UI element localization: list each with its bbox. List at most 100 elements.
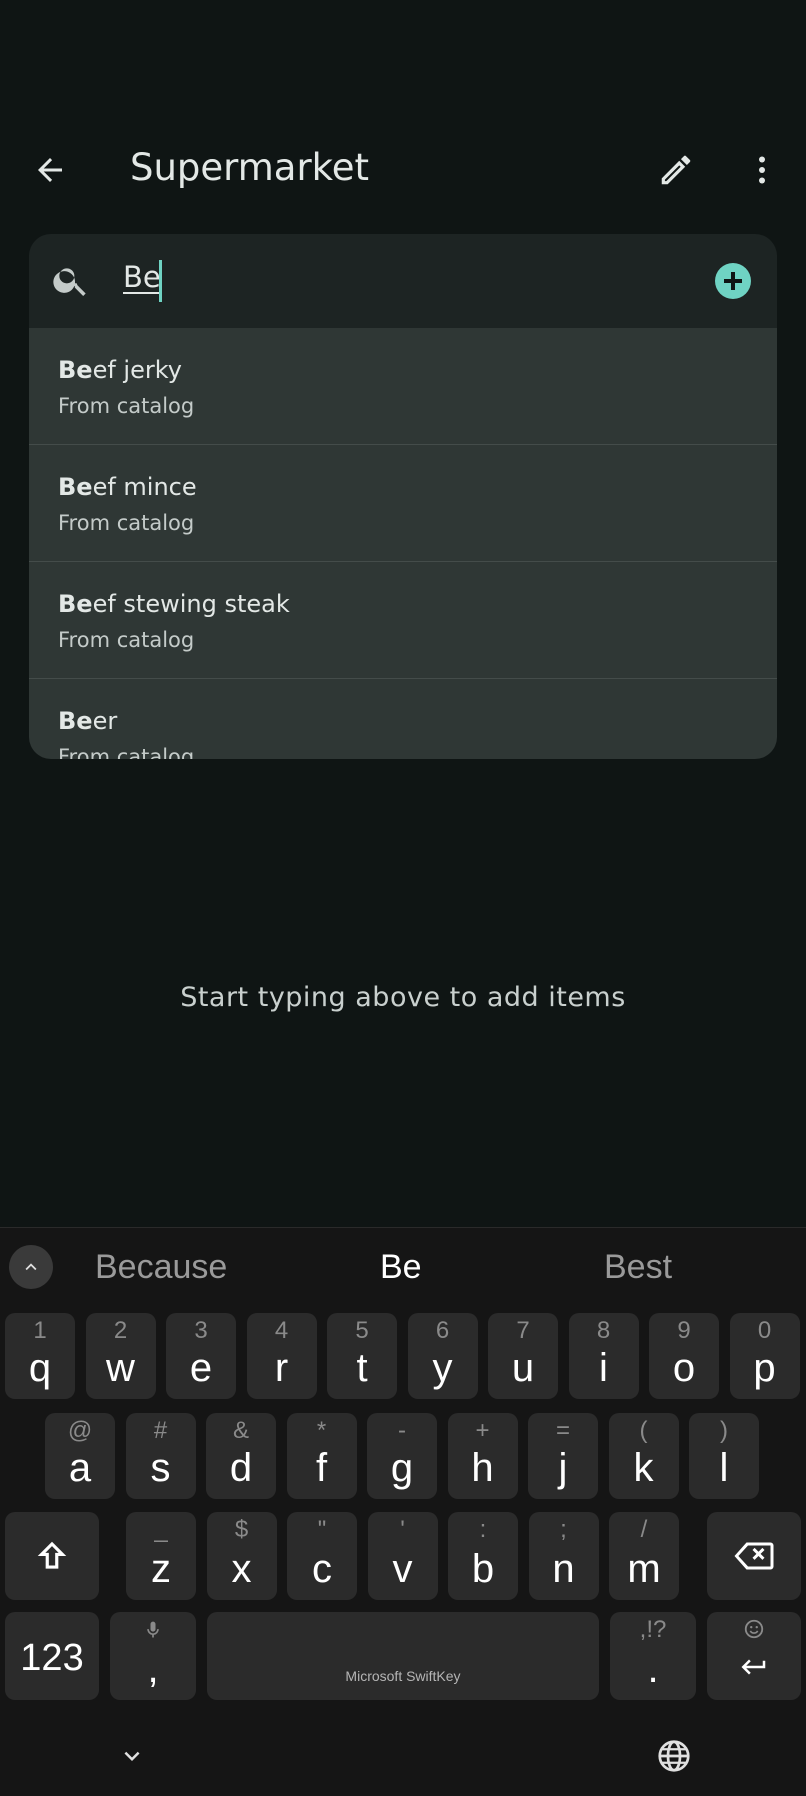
item-source: From catalog: [58, 394, 195, 418]
prediction-right[interactable]: Best: [604, 1248, 672, 1287]
key-hint: 7: [516, 1317, 530, 1344]
key-hint: *: [316, 1417, 327, 1444]
key-hint: 0: [757, 1317, 772, 1344]
space-bar[interactable]: Microsoft SwiftKey: [207, 1612, 599, 1700]
suggestion-dropdown: Beef jerky From catalog Beef mince From …: [29, 328, 777, 759]
key-label: m: [627, 1547, 661, 1591]
more-vert-icon: [759, 156, 765, 184]
key-label: r: [274, 1346, 289, 1390]
back-button[interactable]: [22, 142, 78, 198]
key-w[interactable]: 2w: [85, 1313, 156, 1399]
key-label: e: [189, 1346, 213, 1390]
comma-key-label: ,: [147, 1647, 159, 1691]
chevron-down-icon: [124, 1751, 140, 1761]
suggestion-item[interactable]: Beef jerky From catalog: [29, 328, 777, 445]
key-r[interactable]: 4r: [246, 1313, 317, 1399]
key-n[interactable]: ; n: [528, 1512, 599, 1600]
key-label: d: [229, 1446, 253, 1490]
hide-keyboard-button[interactable]: [112, 1736, 152, 1776]
edit-button[interactable]: [648, 142, 704, 198]
key-e[interactable]: 3e: [166, 1313, 236, 1399]
key-y[interactable]: 6y: [407, 1313, 478, 1399]
comma-key[interactable]: ,: [110, 1612, 196, 1700]
key-h[interactable]: + h: [447, 1413, 518, 1499]
key-hint: +: [475, 1417, 490, 1444]
item-name-rest: ef stewing steak: [92, 590, 290, 618]
backspace-key[interactable]: [707, 1512, 801, 1600]
add-item-button[interactable]: [715, 263, 751, 299]
prediction-center[interactable]: Be: [380, 1248, 422, 1287]
key-p[interactable]: 0p: [729, 1313, 800, 1399]
key-j[interactable]: = j: [528, 1413, 598, 1499]
key-l[interactable]: ) l: [689, 1413, 759, 1499]
item-name-rest: ef mince: [92, 473, 197, 501]
search-icon: [53, 268, 86, 296]
key-z[interactable]: _ z: [126, 1512, 196, 1600]
key-label: g: [390, 1446, 414, 1490]
expand-toolbar-button[interactable]: [9, 1245, 53, 1289]
match-prefix: Be: [58, 473, 93, 501]
numbers-key[interactable]: 123: [5, 1612, 99, 1700]
more-options-button[interactable]: [734, 142, 790, 198]
key-hint: 5: [355, 1317, 369, 1344]
key-i[interactable]: 8i: [568, 1313, 639, 1399]
key-q[interactable]: 1q: [5, 1313, 75, 1399]
key-hint: :: [479, 1516, 487, 1543]
key-label: f: [315, 1446, 328, 1490]
edit-pencil-icon: [661, 155, 691, 185]
key-c[interactable]: " c: [287, 1512, 357, 1600]
language-switch-button[interactable]: [652, 1734, 696, 1778]
key-hint: ": [317, 1516, 327, 1543]
key-hint: 3: [194, 1317, 208, 1344]
enter-key[interactable]: [707, 1612, 801, 1700]
add-circle-icon: [715, 263, 751, 299]
key-label: t: [356, 1346, 368, 1390]
suggestion-item[interactable]: Beef mince From catalog: [29, 445, 777, 562]
period-key-label: .: [647, 1647, 659, 1691]
key-label: k: [633, 1446, 654, 1490]
text-caret: [159, 260, 162, 302]
key-label: j: [558, 1446, 568, 1490]
key-label: u: [511, 1346, 535, 1390]
search-input[interactable]: Be: [123, 260, 161, 294]
keyboard: Because Be Best 1q2w3e4r5t6y7u8i9o0p @ a #…: [0, 1227, 806, 1796]
match-prefix: Be: [58, 707, 93, 735]
key-label: h: [471, 1446, 494, 1490]
key-label: b: [471, 1547, 495, 1591]
key-label: n: [552, 1547, 575, 1591]
suggestion-item[interactable]: Beer From catalog: [29, 679, 777, 759]
item-source: From catalog: [58, 745, 195, 759]
key-m[interactable]: / m: [609, 1512, 679, 1600]
suggestion-item[interactable]: Beef stewing steak From catalog: [29, 562, 777, 679]
key-hint: #: [153, 1417, 168, 1444]
back-arrow-icon: [38, 158, 62, 182]
key-s[interactable]: # s: [125, 1413, 196, 1499]
key-a[interactable]: @ a: [45, 1413, 115, 1499]
globe-icon: [658, 1740, 690, 1772]
period-key[interactable]: ,!? .: [610, 1612, 696, 1700]
key-g[interactable]: -g: [367, 1413, 437, 1499]
space-bar-label: Microsoft SwiftKey: [345, 1668, 461, 1684]
key-x[interactable]: $ x: [206, 1512, 277, 1600]
item-name-rest: er: [92, 707, 118, 735]
shift-key[interactable]: [5, 1512, 99, 1600]
key-v[interactable]: ' v: [367, 1512, 438, 1600]
key-hint: 8: [596, 1317, 611, 1344]
key-hint: 4: [274, 1317, 289, 1344]
key-u[interactable]: 7u: [488, 1313, 558, 1399]
key-b[interactable]: :b: [448, 1512, 518, 1600]
key-hint: (: [639, 1417, 648, 1444]
key-o[interactable]: 9o: [649, 1313, 719, 1399]
prediction-left[interactable]: Because: [95, 1248, 227, 1287]
key-t[interactable]: 5t: [327, 1313, 397, 1399]
mic-icon: [147, 1621, 159, 1638]
key-f[interactable]: * f: [286, 1413, 357, 1499]
chevron-up-icon: [25, 1263, 37, 1271]
match-prefix: Be: [58, 590, 93, 618]
key-label: o: [672, 1346, 696, 1390]
backspace-icon: [734, 1542, 774, 1570]
key-label: v: [392, 1547, 413, 1591]
key-k[interactable]: (k: [608, 1413, 679, 1499]
item-source: From catalog: [58, 628, 195, 652]
key-d[interactable]: & d: [206, 1413, 276, 1499]
